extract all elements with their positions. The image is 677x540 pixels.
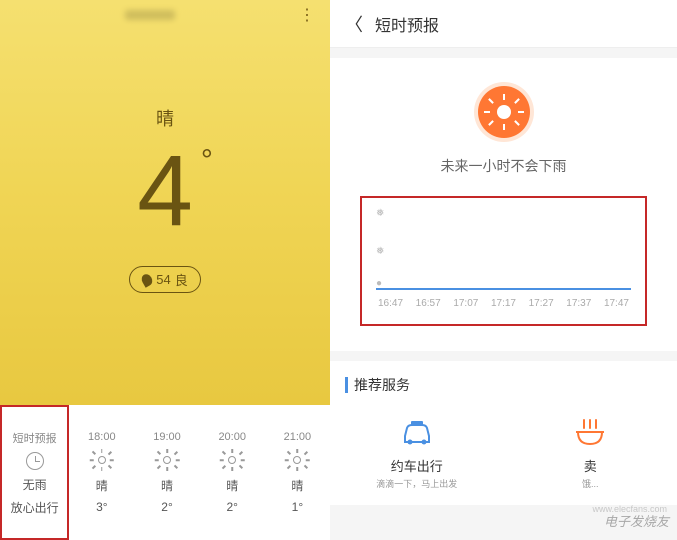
precipitation-chart: ❅ ❅ ● 16:47 16:57 17:07 17:17 17:27 17:3… <box>360 196 647 326</box>
x-tick: 17:17 <box>491 298 516 309</box>
back-icon[interactable]: 〈 <box>345 11 363 37</box>
sun-icon <box>221 449 243 471</box>
rain-light-icon: ● <box>376 278 382 289</box>
section-header: 推荐服务 <box>330 361 677 409</box>
weather-main-panel: ⋮ 晴 4° 54 良 短时预报 无雨 放心出行 18:00 晴 3° 19:0… <box>0 0 330 540</box>
header-title: 短时预报 <box>375 12 439 36</box>
short-forecast-button[interactable]: 短时预报 无雨 放心出行 <box>0 405 69 540</box>
chart-area: ❅ ❅ ● <box>376 208 631 290</box>
service-name: 约车出行 <box>330 456 504 475</box>
hourly-item[interactable]: 20:00 晴 2° <box>200 405 265 540</box>
short-forecast-panel: 〈 短时预报 未来一小时不会下雨 ❅ ❅ ● 16:47 16:57 17:07… <box>330 0 677 540</box>
hourly-cond: 晴 <box>161 477 173 494</box>
x-tick: 17:47 <box>604 298 629 309</box>
services-card: 推荐服务 约车出行 滴滴一下，马上出发 卖 饿... <box>330 361 677 505</box>
hourly-cond: 晴 <box>96 477 108 494</box>
hourly-item[interactable]: 21:00 晴 1° <box>265 405 330 540</box>
sun-icon <box>156 449 178 471</box>
short-forecast-title: 短时预报 <box>13 430 57 446</box>
hourly-cond: 晴 <box>226 477 238 494</box>
hourly-temp: 2° <box>161 500 172 514</box>
service-food[interactable]: 卖 饿... <box>504 414 677 490</box>
x-tick: 16:47 <box>378 298 403 309</box>
service-desc: 饿... <box>504 477 677 490</box>
right-header: 〈 短时预报 <box>330 0 677 48</box>
hourly-temp: 3° <box>96 500 107 514</box>
pot-icon <box>504 414 677 450</box>
hourly-cond: 晴 <box>291 477 303 494</box>
hourly-item[interactable]: 19:00 晴 2° <box>134 405 199 540</box>
x-tick: 16:57 <box>416 298 441 309</box>
clock-icon <box>26 452 44 470</box>
car-icon <box>330 414 504 450</box>
weather-condition: 晴 <box>0 105 330 131</box>
hourly-time: 18:00 <box>88 431 116 443</box>
current-temperature: 4° <box>137 141 193 241</box>
x-tick: 17:07 <box>453 298 478 309</box>
sun-icon <box>91 449 113 471</box>
rain-heavy-icon: ❅ <box>376 208 384 219</box>
hourly-forecast-bar[interactable]: 短时预报 无雨 放心出行 18:00 晴 3° 19:00 晴 2° 20:00… <box>0 405 330 540</box>
section-title: 推荐服务 <box>354 375 410 395</box>
aqi-level: 良 <box>175 270 188 289</box>
forecast-card: 未来一小时不会下雨 ❅ ❅ ● 16:47 16:57 17:07 17:17 … <box>330 58 677 351</box>
hourly-temp: 1° <box>292 500 303 514</box>
menu-icon[interactable]: ⋮ <box>299 5 315 25</box>
status-blur <box>125 10 175 20</box>
short-forecast-line1: 无雨 <box>23 476 47 493</box>
sun-big-icon <box>478 86 530 138</box>
weather-summary: 晴 4° 54 良 <box>0 30 330 293</box>
hourly-temp: 2° <box>226 500 237 514</box>
hourly-time: 21:00 <box>284 431 312 443</box>
short-forecast-line2: 放心出行 <box>11 499 59 516</box>
watermark: 电子发烧友 <box>604 511 669 530</box>
aqi-badge[interactable]: 54 良 <box>129 266 200 293</box>
hourly-time: 19:00 <box>153 431 181 443</box>
chart-x-labels: 16:47 16:57 17:07 17:17 17:27 17:37 17:4… <box>376 298 631 309</box>
services-row: 约车出行 滴滴一下，马上出发 卖 饿... <box>330 409 677 505</box>
service-name: 卖 <box>504 456 677 475</box>
hourly-time: 20:00 <box>218 431 246 443</box>
status-bar: ⋮ <box>0 0 330 30</box>
accent-bar <box>345 377 348 393</box>
x-tick: 17:27 <box>529 298 554 309</box>
forecast-text: 未来一小时不会下雨 <box>350 156 657 176</box>
service-desc: 滴滴一下，马上出发 <box>330 477 504 490</box>
leaf-icon <box>140 272 155 287</box>
service-ride[interactable]: 约车出行 滴滴一下，马上出发 <box>330 414 504 490</box>
hourly-item[interactable]: 18:00 晴 3° <box>69 405 134 540</box>
x-tick: 17:37 <box>566 298 591 309</box>
rain-medium-icon: ❅ <box>376 246 384 257</box>
sun-icon <box>286 449 308 471</box>
temp-value: 4 <box>137 135 193 247</box>
aqi-value: 54 <box>156 272 170 287</box>
degree-symbol: ° <box>201 146 213 176</box>
